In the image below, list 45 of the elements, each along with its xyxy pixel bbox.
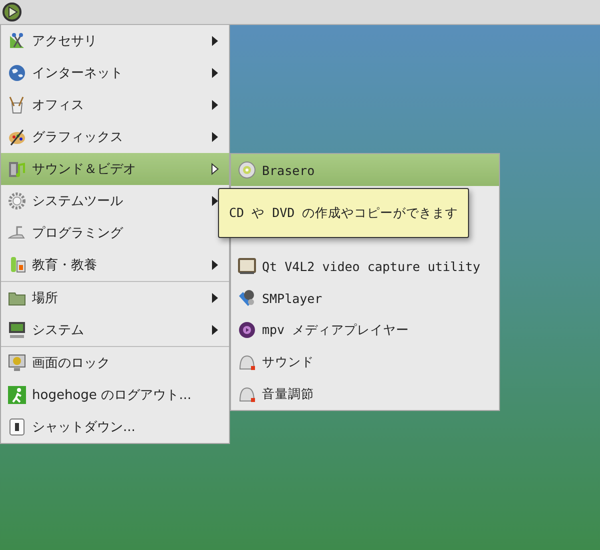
lock-screen-icon xyxy=(8,354,26,372)
flask-icon xyxy=(8,256,26,274)
tv-icon xyxy=(238,257,256,275)
tooltip: CD や DVD の作成やコピーができます xyxy=(218,188,470,238)
menu-item[interactable]: 教育・教養 xyxy=(1,249,229,281)
switch-icon xyxy=(8,418,26,436)
menu-item-label[interactable]: 音量調節 xyxy=(262,386,493,402)
menu-item[interactable]: hogehoge のログアウト... xyxy=(1,379,229,411)
menu-item[interactable]: オフィス xyxy=(1,89,229,121)
menu-item-label: 場所 xyxy=(32,290,59,307)
menu-item[interactable]: グラフィックス xyxy=(1,121,229,153)
menu-item-label: グラフィックス xyxy=(32,129,124,146)
menu-item-label[interactable]: Qt V4L2 video capture utility xyxy=(262,258,493,274)
film-music-icon xyxy=(8,160,26,178)
menu-item-label[interactable]: SMPlayer xyxy=(262,290,493,306)
menu-item-label[interactable]: mpv メディアプレイヤー xyxy=(262,322,493,338)
menu-item[interactable]: 場所 xyxy=(1,282,229,314)
menu-item[interactable]: 画面のロック xyxy=(1,347,229,379)
cup-icon xyxy=(8,96,26,114)
scissors-icon xyxy=(8,32,26,50)
menu-item-label: アクセサリ xyxy=(32,33,98,50)
menu-item-label: システム xyxy=(32,322,85,339)
palette-icon xyxy=(8,128,26,146)
play-icon xyxy=(238,321,256,339)
menu-item[interactable]: アクセサリ xyxy=(1,25,229,57)
menu-item-label: サウンド＆ビデオ xyxy=(32,161,137,178)
globe-icon xyxy=(8,64,26,82)
menu-item-label: オフィス xyxy=(32,97,85,114)
menu-item-label[interactable]: サウンド xyxy=(262,354,493,370)
menu-item-label: hogehoge のログアウト... xyxy=(32,387,192,404)
disc-icon xyxy=(238,161,256,179)
menu-item-label: システムツール xyxy=(32,193,124,210)
menu-item[interactable]: シャットダウン... xyxy=(1,411,229,443)
menu-item[interactable]: システム xyxy=(1,314,229,346)
menu-item-label: シャットダウン... xyxy=(32,419,136,436)
menu-item-label: インターネット xyxy=(32,65,124,82)
menu-item-label: 教育・教養 xyxy=(32,256,98,274)
monitor-icon xyxy=(8,321,26,339)
launcher-icon[interactable] xyxy=(2,2,22,22)
menu-item[interactable]: サウンド＆ビデオ xyxy=(1,153,229,185)
gear-icon xyxy=(8,192,26,210)
exit-icon xyxy=(8,386,26,404)
menu-item-label: プログラミング xyxy=(32,225,124,242)
menu-item-label: 画面のロック xyxy=(32,355,111,372)
menu-item[interactable]: インターネット xyxy=(1,57,229,89)
